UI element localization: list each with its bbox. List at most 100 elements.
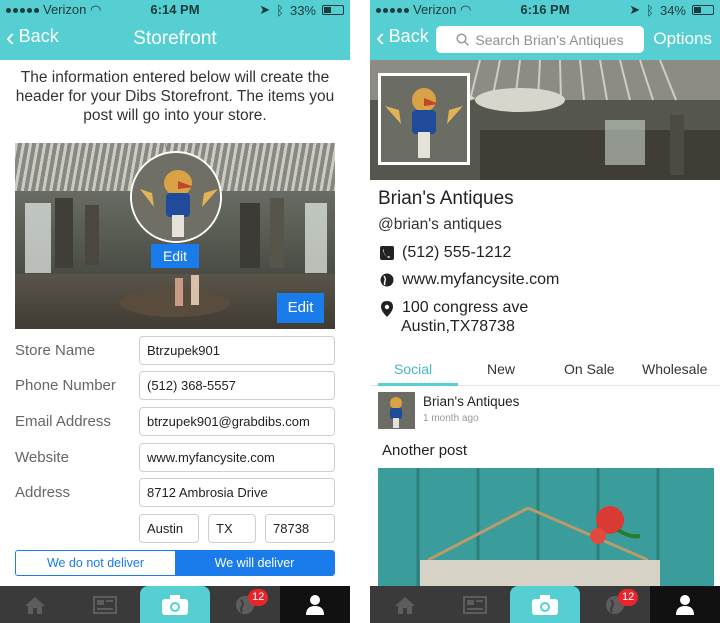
store-website-text: www.myfancysite.com bbox=[402, 271, 560, 288]
store-cover-photo bbox=[370, 60, 720, 180]
store-avatar[interactable] bbox=[378, 73, 470, 165]
tab-social[interactable]: Social bbox=[394, 361, 432, 377]
tab-home[interactable] bbox=[370, 586, 440, 623]
store-website[interactable]: www.myfancysite.com bbox=[380, 271, 559, 289]
intro-text: The information entered below will creat… bbox=[15, 69, 335, 124]
store-address-line1: 100 congress ave bbox=[402, 299, 529, 316]
store-phone[interactable]: (512) 555-1212 bbox=[380, 244, 511, 262]
pelican-sculpture-image bbox=[378, 392, 415, 429]
battery-percent: 33% bbox=[289, 2, 316, 18]
tab-camera[interactable] bbox=[510, 586, 580, 623]
status-bar: Verizon ◠ 6:16 PM ➤ ᛒ 34% bbox=[370, 0, 720, 18]
globe-icon bbox=[380, 273, 394, 287]
phone-icon bbox=[380, 246, 394, 260]
battery-icon bbox=[692, 5, 714, 15]
store-tabs: Social New On Sale Wholesale bbox=[370, 352, 720, 386]
storefront-view-screen: Verizon ◠ 6:16 PM ➤ ᛒ 34% ‹ Back Search … bbox=[370, 0, 720, 623]
location-icon: ➤ bbox=[629, 2, 641, 17]
store-name-label: Store Name bbox=[15, 342, 96, 359]
store-search-input[interactable]: Search Brian's Antiques bbox=[436, 26, 644, 53]
phone-label: Phone Number bbox=[15, 377, 116, 394]
chevron-left-icon: ‹ bbox=[376, 21, 385, 52]
options-button[interactable]: Options bbox=[653, 29, 712, 49]
tab-bar: 12 bbox=[370, 586, 720, 623]
post-image[interactable] bbox=[378, 468, 714, 586]
tab-news[interactable] bbox=[440, 586, 510, 623]
bluetooth-icon: ᛒ bbox=[646, 2, 654, 18]
state-field[interactable]: TX bbox=[208, 514, 256, 543]
store-name: Brian's Antiques bbox=[378, 188, 514, 209]
home-icon bbox=[25, 596, 45, 614]
post-title: Another post bbox=[382, 442, 468, 459]
store-name-field[interactable]: Btrzupek901 bbox=[139, 336, 335, 365]
home-icon bbox=[395, 596, 415, 614]
tab-home[interactable] bbox=[0, 586, 70, 623]
zip-field[interactable]: 78738 bbox=[265, 514, 335, 543]
camera-icon bbox=[162, 594, 188, 615]
tab-new[interactable]: New bbox=[487, 361, 515, 377]
status-bar: Verizon ◠ 6:14 PM ➤ ᛒ 33% bbox=[0, 0, 350, 18]
post-author-avatar bbox=[378, 392, 415, 429]
email-row: Email Address btrzupek901@grabdibs.com bbox=[15, 407, 335, 437]
pelican-sculpture-image bbox=[381, 76, 467, 162]
active-tab-indicator bbox=[378, 383, 458, 386]
search-placeholder: Search Brian's Antiques bbox=[475, 31, 624, 48]
store-phone-text: (512) 555-1212 bbox=[402, 244, 512, 261]
delivery-toggle: We do not deliver We will deliver bbox=[15, 550, 335, 576]
notification-badge: 12 bbox=[618, 589, 639, 606]
website-field[interactable]: www.myfancysite.com bbox=[139, 443, 335, 472]
location-icon: ➤ bbox=[259, 2, 271, 17]
news-icon bbox=[463, 595, 487, 614]
tab-camera[interactable] bbox=[140, 586, 210, 623]
tab-profile[interactable] bbox=[650, 586, 720, 623]
news-icon bbox=[93, 595, 117, 614]
profile-icon bbox=[306, 594, 324, 615]
post-time: 1 month ago bbox=[423, 413, 479, 424]
edit-avatar-button[interactable]: Edit bbox=[151, 244, 199, 268]
store-name-row: Store Name Btrzupek901 bbox=[15, 336, 335, 366]
tab-explore[interactable]: 12 bbox=[580, 586, 650, 623]
tab-wholesale[interactable]: Wholesale bbox=[642, 361, 707, 377]
pelican-sculpture-image bbox=[132, 153, 220, 241]
store-address-line2: Austin,TX78738 bbox=[401, 318, 515, 335]
search-icon bbox=[456, 33, 470, 46]
nav-bar: ‹ Back Search Brian's Antiques Options bbox=[370, 18, 720, 60]
store-avatar[interactable] bbox=[130, 151, 222, 243]
post-author: Brian's Antiques bbox=[423, 394, 520, 409]
address-label: Address bbox=[15, 484, 71, 501]
store-handle: @brian's antiques bbox=[378, 216, 502, 233]
store-address[interactable]: 100 congress ave bbox=[380, 299, 528, 317]
no-delivery-option[interactable]: We do not deliver bbox=[16, 551, 175, 575]
back-label: Back bbox=[388, 26, 429, 46]
city-state-zip-row: Austin TX 78738 bbox=[15, 514, 335, 544]
website-row: Website www.myfancysite.com bbox=[15, 443, 335, 473]
tab-explore[interactable]: 12 bbox=[210, 586, 280, 623]
page-title: Storefront bbox=[133, 28, 217, 49]
email-label: Email Address bbox=[15, 413, 111, 430]
website-label: Website bbox=[15, 449, 69, 466]
tab-news[interactable] bbox=[70, 586, 140, 623]
battery-icon bbox=[322, 5, 344, 15]
map-pin-icon bbox=[381, 301, 393, 317]
delivery-option[interactable]: We will deliver bbox=[175, 551, 334, 575]
phone-row: Phone Number (512) 368-5557 bbox=[15, 371, 335, 401]
bluetooth-icon: ᛒ bbox=[276, 2, 284, 18]
address-field[interactable]: 8712 Ambrosia Drive bbox=[139, 478, 335, 507]
camera-icon bbox=[532, 594, 558, 615]
tab-bar: 12 bbox=[0, 586, 350, 623]
notification-badge: 12 bbox=[248, 589, 269, 606]
profile-icon bbox=[676, 594, 694, 615]
header-image: Edit Edit bbox=[15, 143, 335, 329]
email-field[interactable]: btrzupek901@grabdibs.com bbox=[139, 407, 335, 436]
tab-profile[interactable] bbox=[280, 586, 350, 623]
city-field[interactable]: Austin bbox=[139, 514, 199, 543]
post-header[interactable]: Brian's Antiques 1 month ago bbox=[378, 392, 720, 430]
storefront-edit-screen: Verizon ◠ 6:14 PM ➤ ᛒ 33% ‹ Back Storefr… bbox=[0, 0, 350, 623]
tab-on-sale[interactable]: On Sale bbox=[564, 361, 615, 377]
edit-cover-button[interactable]: Edit bbox=[277, 293, 324, 323]
address-row: Address 8712 Ambrosia Drive bbox=[15, 478, 335, 508]
battery-percent: 34% bbox=[659, 2, 686, 18]
welcome-sign-image bbox=[378, 468, 714, 586]
phone-field[interactable]: (512) 368-5557 bbox=[139, 371, 335, 400]
back-button[interactable]: ‹ Back bbox=[376, 21, 429, 52]
